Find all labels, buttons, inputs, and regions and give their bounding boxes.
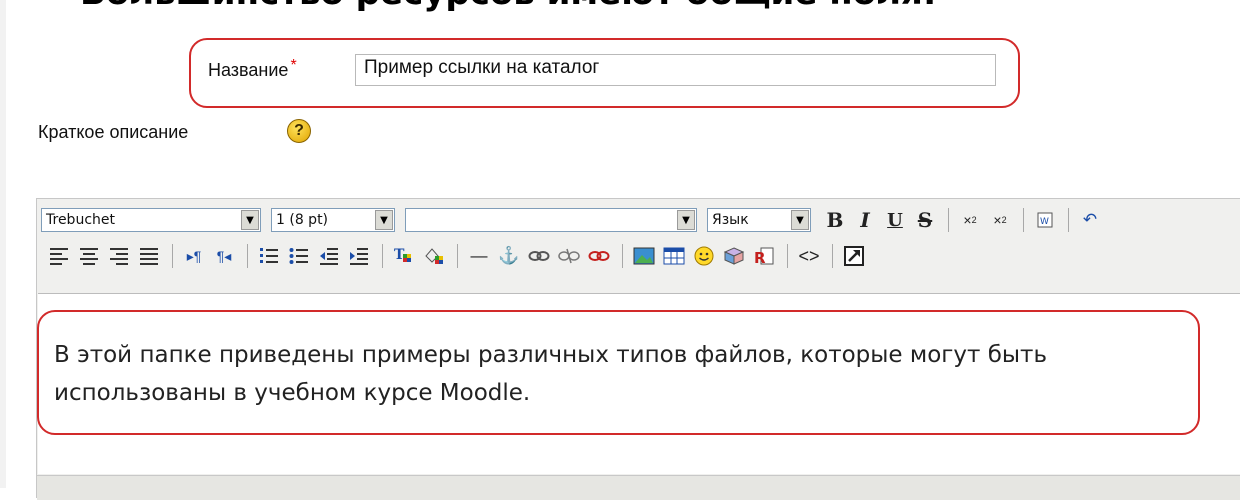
required-star-icon: *: [290, 57, 297, 74]
format-select[interactable]: ▼: [405, 208, 697, 232]
toolbar-separator: [622, 244, 623, 268]
fullscreen-icon[interactable]: [840, 242, 868, 270]
link-icon[interactable]: [525, 242, 553, 270]
unordered-list-icon[interactable]: [285, 242, 313, 270]
font-family-value: Trebuchet: [46, 212, 115, 228]
chevron-down-icon: ▼: [677, 210, 695, 230]
table-icon[interactable]: [660, 242, 688, 270]
toolbar-separator: [247, 244, 248, 268]
help-icon[interactable]: ?: [287, 119, 311, 143]
subscript-icon[interactable]: × 2: [956, 206, 984, 234]
indent-icon[interactable]: [345, 242, 373, 270]
italic-button[interactable]: I: [851, 206, 879, 234]
toolbar-separator: [382, 244, 383, 268]
editor-toolbar-row-1: Trebuchet ▼ 1 (8 pt) ▼ ▼ Язык ▼ B I U S …: [41, 203, 1106, 237]
align-right-icon[interactable]: [105, 242, 133, 270]
html-source-icon[interactable]: <>: [795, 242, 823, 270]
chevron-down-icon: ▼: [375, 210, 393, 230]
editor-toolbar-row-2: ▸¶ ¶◂ T — ⚓ R <>: [45, 239, 870, 273]
chevron-down-icon: ▼: [791, 210, 809, 230]
resource-form: Большинство ресурсов имеют общие поля: Н…: [0, 0, 1240, 500]
nolink-icon[interactable]: [585, 242, 613, 270]
ltr-icon[interactable]: ▸¶: [180, 242, 208, 270]
align-left-icon[interactable]: [45, 242, 73, 270]
language-select[interactable]: Язык ▼: [707, 208, 811, 232]
language-value: Язык: [712, 212, 749, 228]
align-center-icon[interactable]: [75, 242, 103, 270]
name-label: Название *: [208, 57, 297, 81]
underline-button[interactable]: U: [881, 206, 909, 234]
undo-icon[interactable]: ↶: [1076, 206, 1104, 234]
font-size-value: 1 (8 pt): [276, 212, 329, 228]
outdent-icon[interactable]: [315, 242, 343, 270]
name-input[interactable]: Пример ссылки на каталог: [355, 54, 996, 86]
toolbar-separator: [457, 244, 458, 268]
ordered-list-icon[interactable]: [255, 242, 283, 270]
text-color-icon[interactable]: T: [390, 242, 418, 270]
image-icon[interactable]: [630, 242, 658, 270]
unlink-icon[interactable]: [555, 242, 583, 270]
background-color-icon[interactable]: [420, 242, 448, 270]
toolbar-separator: [172, 244, 173, 268]
justify-icon[interactable]: [135, 242, 163, 270]
page-heading: Большинство ресурсов имеют общие поля:: [80, 0, 936, 13]
toolbar-separator: [832, 244, 833, 268]
name-label-text: Название: [208, 60, 289, 80]
horizontal-rule-icon[interactable]: —: [465, 242, 493, 270]
toolbar-separator: [948, 208, 949, 232]
content-highlight-outline: [37, 310, 1200, 435]
bold-button[interactable]: B: [821, 206, 849, 234]
summary-label: Краткое описание: [38, 122, 189, 142]
chevron-down-icon: ▼: [241, 210, 259, 230]
font-family-select[interactable]: Trebuchet ▼: [41, 208, 261, 232]
insert-file-icon[interactable]: [720, 242, 748, 270]
svg-text:R: R: [754, 249, 766, 267]
rtl-icon[interactable]: ¶◂: [210, 242, 238, 270]
paste-word-icon[interactable]: W: [1031, 206, 1059, 234]
search-replace-icon[interactable]: R: [750, 242, 778, 270]
toolbar-separator: [1068, 208, 1069, 232]
strikethrough-button[interactable]: S: [911, 206, 939, 234]
svg-text:W: W: [1040, 217, 1049, 227]
superscript-icon[interactable]: × 2: [986, 206, 1014, 234]
smiley-icon[interactable]: [690, 242, 718, 270]
anchor-icon[interactable]: ⚓: [495, 242, 523, 270]
toolbar-separator: [787, 244, 788, 268]
font-size-select[interactable]: 1 (8 pt) ▼: [271, 208, 395, 232]
toolbar-separator: [1023, 208, 1024, 232]
